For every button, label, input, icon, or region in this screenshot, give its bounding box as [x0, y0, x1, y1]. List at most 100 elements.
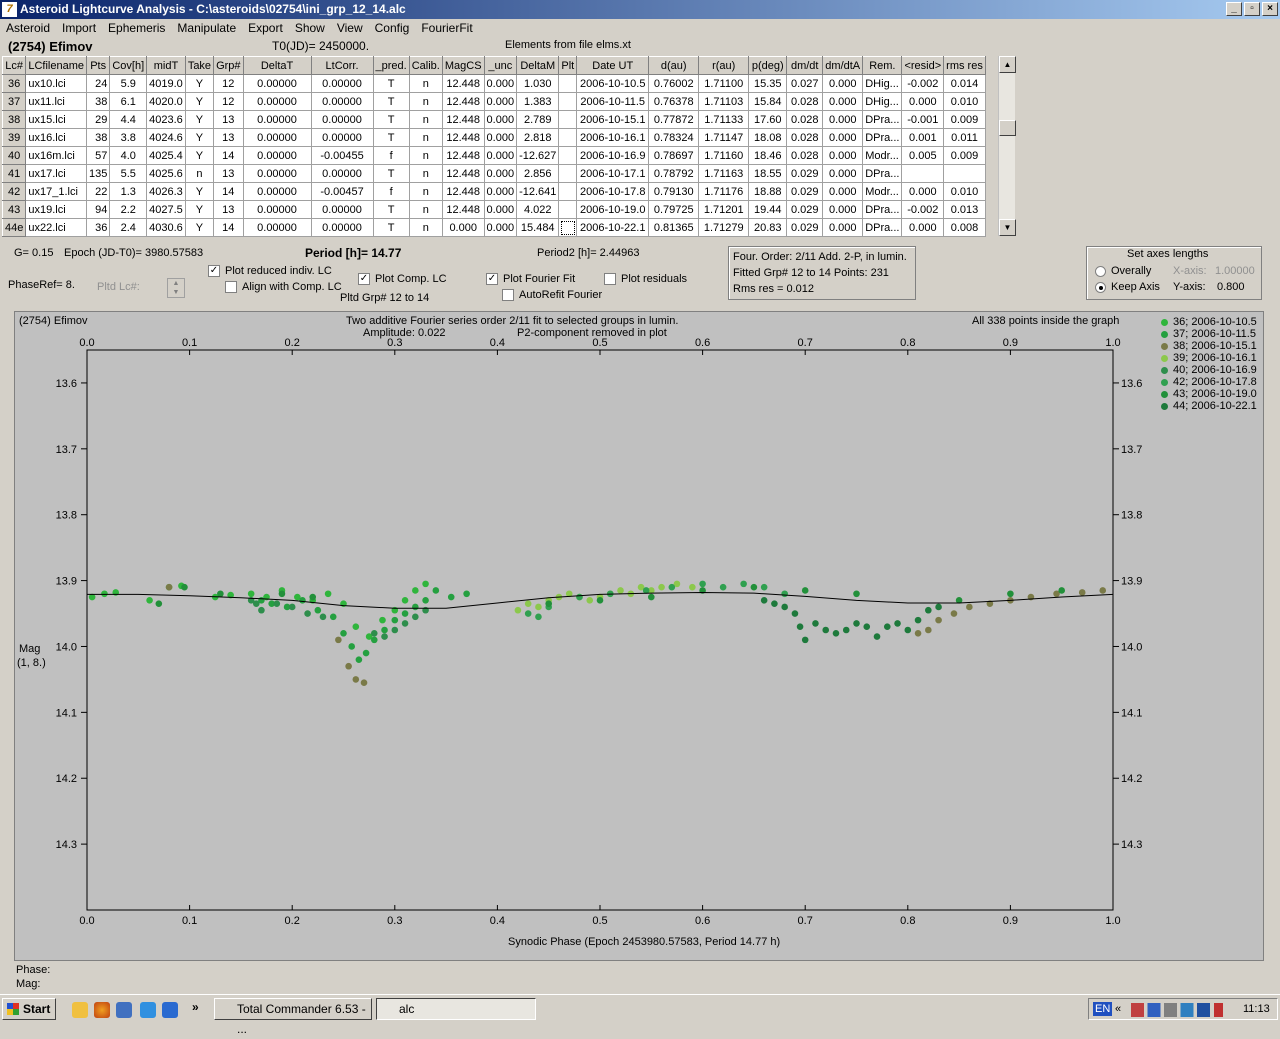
table-cell[interactable]: 2.789: [516, 110, 560, 129]
table-cell[interactable]: [558, 110, 578, 129]
menu-import[interactable]: Import: [56, 21, 102, 35]
table-cell[interactable]: 0.76378: [648, 92, 700, 111]
table-cell[interactable]: Y: [184, 110, 215, 129]
tray-icons[interactable]: [1131, 1003, 1223, 1017]
table-row[interactable]: 40 ux16m.lci 57 4.0 4025.4 Y 14 0.00000 -0.00455…: [1, 146, 986, 165]
table-cell[interactable]: -0.001: [901, 110, 945, 129]
table-cell[interactable]: ux10.lci: [25, 74, 87, 93]
table-row[interactable]: 36 ux10.lci 24 5.9 4019.0 Y 12 0.00000 0.00000 Tn…: [1, 74, 986, 93]
table-cell[interactable]: 1.71176: [698, 182, 750, 201]
firefox-icon[interactable]: [94, 1002, 110, 1018]
table-cell[interactable]: 40: [1, 146, 27, 165]
table-cell[interactable]: [558, 182, 578, 201]
search-icon[interactable]: [140, 1002, 156, 1018]
table-cell[interactable]: Y: [184, 146, 215, 165]
table-cell[interactable]: 13: [213, 164, 244, 183]
table-cell[interactable]: 12.448: [441, 146, 485, 165]
scroll-up-icon[interactable]: ▲: [999, 56, 1016, 73]
scroll-thumb[interactable]: [999, 120, 1016, 136]
table-cell[interactable]: 1.71279: [698, 218, 750, 237]
table-cell[interactable]: n: [408, 92, 443, 111]
menu-asteroid[interactable]: Asteroid: [0, 21, 56, 35]
table-cell[interactable]: DPra...: [862, 110, 903, 129]
table-cell[interactable]: n: [408, 200, 443, 219]
table-cell[interactable]: DHig...: [862, 74, 903, 93]
table-cell[interactable]: [558, 74, 578, 93]
column-header[interactable]: r(au): [698, 56, 750, 75]
table-cell[interactable]: 1.71201: [698, 200, 750, 219]
table-cell[interactable]: DPra...: [862, 200, 903, 219]
table-cell[interactable]: 12.448: [441, 128, 485, 147]
table-cell[interactable]: -0.002: [901, 74, 945, 93]
table-cell[interactable]: 37: [1, 92, 27, 111]
table-cell[interactable]: 15.35: [748, 74, 788, 93]
table-cell[interactable]: 15.84: [748, 92, 788, 111]
table-cell[interactable]: 0.027: [786, 74, 824, 93]
table-cell[interactable]: 2.2: [109, 200, 148, 219]
table-cell[interactable]: 0.00000: [310, 74, 374, 93]
column-header[interactable]: Calib.: [408, 56, 443, 75]
column-header[interactable]: dm/dtA: [822, 56, 864, 75]
table-cell[interactable]: 15.484: [516, 218, 560, 237]
table-row[interactable]: 38 ux15.lci 29 4.4 4023.6 Y 13 0.00000 0.00000 Tn…: [1, 110, 986, 129]
table-cell[interactable]: [558, 200, 578, 219]
close-button[interactable]: ×: [1262, 2, 1278, 16]
table-cell[interactable]: 0.029: [786, 200, 824, 219]
menu-fourierfit[interactable]: FourierFit: [415, 21, 478, 35]
table-cell[interactable]: 1.030: [516, 74, 560, 93]
table-cell[interactable]: ux16m.lci: [25, 146, 87, 165]
table-cell[interactable]: 0.000: [822, 164, 864, 183]
table-cell[interactable]: n: [184, 164, 215, 183]
table-cell[interactable]: 12.448: [441, 200, 485, 219]
column-header[interactable]: Cov[h]: [109, 56, 148, 75]
table-row[interactable]: 41 ux17.lci 135 5.5 4025.6 n 13 0.00000 0.00000 T…: [1, 164, 986, 183]
table-cell[interactable]: 0.00000: [310, 200, 374, 219]
column-header[interactable]: Date UT: [576, 56, 650, 75]
table-cell[interactable]: T: [372, 74, 410, 93]
table-cell[interactable]: 0.77872: [648, 110, 700, 129]
column-header[interactable]: DeltaM: [516, 56, 560, 75]
column-header[interactable]: rms res: [943, 56, 986, 75]
overally-radio[interactable]: Overally: [1095, 265, 1151, 277]
column-header[interactable]: Plt: [558, 56, 578, 75]
table-cell[interactable]: Y: [184, 200, 215, 219]
table-cell[interactable]: 36: [85, 218, 111, 237]
table-cell[interactable]: 18.46: [748, 146, 788, 165]
table-cell[interactable]: 14: [213, 218, 244, 237]
taskbar-total-commander[interactable]: Total Commander 6.53 - ...: [214, 998, 372, 1036]
table-cell[interactable]: -0.00455: [310, 146, 374, 165]
table-cell[interactable]: 29: [85, 110, 111, 129]
table-cell[interactable]: 2.856: [516, 164, 560, 183]
table-cell[interactable]: 5.5: [109, 164, 148, 183]
pltd-lc-spinner[interactable]: ▲ ▼: [167, 278, 185, 298]
table-cell[interactable]: 0.000: [822, 182, 864, 201]
table-cell[interactable]: 18.08: [748, 128, 788, 147]
table-cell[interactable]: 4030.6: [146, 218, 186, 237]
table-cell[interactable]: n: [408, 146, 443, 165]
table-cell[interactable]: 0.00000: [242, 146, 312, 165]
table-cell[interactable]: 0.000: [901, 92, 945, 111]
table-cell[interactable]: 4023.6: [146, 110, 186, 129]
table-cell[interactable]: 41: [1, 164, 27, 183]
table-cell[interactable]: f: [372, 146, 410, 165]
table-cell[interactable]: 2006-10-11.5: [576, 92, 650, 111]
table-cell[interactable]: 0.00000: [242, 128, 312, 147]
thunderbird-icon[interactable]: [116, 1002, 132, 1018]
plot-reduced-checkbox[interactable]: ✓ Plot reduced indiv. LC: [208, 265, 332, 278]
table-cell[interactable]: 12: [213, 92, 244, 111]
table-cell[interactable]: 1.71133: [698, 110, 750, 129]
table-cell[interactable]: ux22.lci: [25, 218, 87, 237]
table-cell[interactable]: 0.00000: [242, 74, 312, 93]
table-cell[interactable]: 0.79725: [648, 200, 700, 219]
table-cell[interactable]: T: [372, 164, 410, 183]
table-cell[interactable]: 12.448: [441, 182, 485, 201]
table-cell[interactable]: 0.028: [786, 146, 824, 165]
table-cell[interactable]: 2006-10-17.1: [576, 164, 650, 183]
table-cell[interactable]: 0.005: [901, 146, 945, 165]
plot-fourier-checkbox[interactable]: ✓ Plot Fourier Fit: [486, 273, 575, 286]
scroll-down-icon[interactable]: ▼: [999, 219, 1016, 236]
table-cell[interactable]: 2006-10-19.0: [576, 200, 650, 219]
table-cell[interactable]: DPra...: [862, 218, 903, 237]
table-cell[interactable]: DPra...: [862, 128, 903, 147]
table-cell[interactable]: 0.00000: [242, 218, 312, 237]
